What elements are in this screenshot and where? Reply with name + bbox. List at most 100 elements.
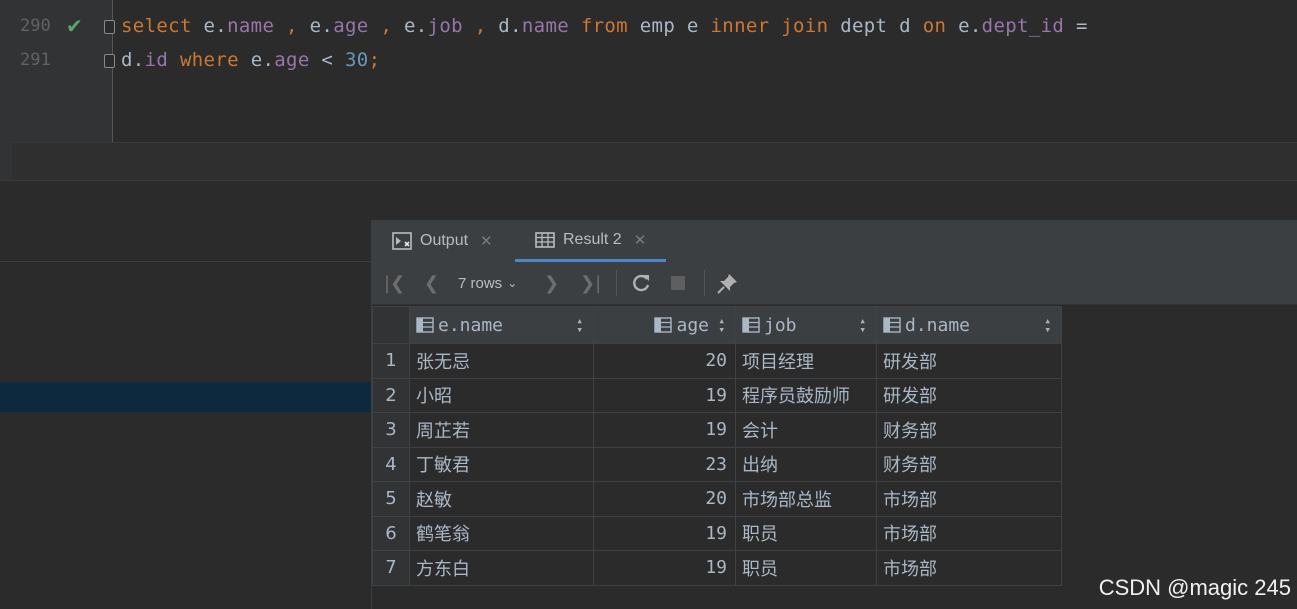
code-token: < xyxy=(309,49,346,71)
row-number[interactable]: 1 xyxy=(372,343,410,379)
row-number[interactable]: 4 xyxy=(372,446,410,482)
cell-d-name[interactable]: 研发部 xyxy=(876,377,1062,413)
code-token: ; xyxy=(368,49,381,71)
field-token: dept_id xyxy=(981,15,1065,37)
cell-d-name[interactable]: 市场部 xyxy=(876,515,1062,551)
table-row[interactable]: 6 鹤笔翁 19 职员 市场部 xyxy=(372,515,1062,551)
number-token: 30 xyxy=(345,49,369,71)
code-token: e. xyxy=(191,15,228,37)
keyword-inner-join: inner join xyxy=(710,15,841,37)
cell-e-name[interactable]: 赵敏 xyxy=(409,481,594,517)
chevron-down-icon: ⌄ xyxy=(507,276,518,290)
column-header-age[interactable]: age ▴ ▾ xyxy=(593,306,736,344)
column-header-job[interactable]: job ▴ ▾ xyxy=(735,306,877,344)
code-line-290[interactable]: select e.name , e.age , e.job , d.name f… xyxy=(121,15,1088,37)
cell-job[interactable]: 市场部总监 xyxy=(735,481,877,517)
refresh-icon[interactable] xyxy=(630,262,652,304)
console-icon xyxy=(392,232,412,250)
cell-job[interactable]: 程序员鼓励师 xyxy=(735,377,877,413)
cell-e-name[interactable]: 丁敏君 xyxy=(409,446,594,482)
row-number[interactable]: 7 xyxy=(372,550,410,586)
keyword-where: where xyxy=(168,49,251,71)
sort-icon[interactable]: ▴ ▾ xyxy=(718,315,725,335)
cell-d-name[interactable]: 市场部 xyxy=(876,481,1062,517)
cell-age[interactable]: 20 xyxy=(593,481,736,517)
fold-end-icon[interactable] xyxy=(104,54,115,68)
code-line-291[interactable]: d.id where e.age < 30; xyxy=(121,49,380,71)
code-token: dept d xyxy=(840,15,923,37)
tree-selected-row[interactable] xyxy=(0,382,371,412)
row-number[interactable]: 2 xyxy=(372,377,410,413)
cell-e-name[interactable]: 鹤笔翁 xyxy=(409,515,594,551)
tree-divider xyxy=(0,261,371,262)
stop-icon[interactable] xyxy=(670,262,686,304)
results-grid[interactable]: e.name ▴ ▾ age ▴ ▾ job ▴ ▾ d.name ▴ ▾ 1 … xyxy=(372,306,1062,586)
table-row[interactable]: 1 张无忌 20 项目经理 研发部 xyxy=(372,343,1062,379)
sql-editor[interactable]: 290 291 ✔ select e.name , e.age , e.job … xyxy=(0,0,1297,181)
cell-e-name[interactable]: 小昭 xyxy=(409,377,594,413)
code-token: emp e xyxy=(639,15,711,37)
last-page-icon[interactable]: ❯| xyxy=(580,262,601,304)
cell-age[interactable]: 20 xyxy=(593,343,736,379)
tab-result-label: Result 2 xyxy=(563,230,622,248)
results-toolbar: |❮ ❮ 7 rows ⌄ ❯ ❯| xyxy=(372,262,1297,305)
column-header-d-name[interactable]: d.name ▴ ▾ xyxy=(876,306,1062,344)
row-number[interactable]: 3 xyxy=(372,412,410,448)
sort-icon[interactable]: ▴ ▾ xyxy=(1044,315,1051,335)
tab-output[interactable]: Output ✕ xyxy=(392,220,493,262)
close-icon[interactable]: ✕ xyxy=(634,231,647,249)
fold-start-icon[interactable] xyxy=(104,20,115,34)
next-page-icon[interactable]: ❯ xyxy=(544,262,559,304)
prev-page-icon[interactable]: ❮ xyxy=(424,262,439,304)
keyword-from: from xyxy=(569,15,640,37)
cell-d-name[interactable]: 市场部 xyxy=(876,550,1062,586)
cell-job[interactable]: 会计 xyxy=(735,412,877,448)
code-token: , xyxy=(462,15,499,37)
table-row[interactable]: 5 赵敏 20 市场部总监 市场部 xyxy=(372,481,1062,517)
table-row[interactable]: 4 丁敏君 23 出纳 财务部 xyxy=(372,446,1062,482)
cell-e-name[interactable]: 方东白 xyxy=(409,550,594,586)
tab-result-2[interactable]: Result 2 ✕ xyxy=(515,220,667,262)
table-row[interactable]: 7 方东白 19 职员 市场部 xyxy=(372,550,1062,586)
sort-icon[interactable]: ▴ ▾ xyxy=(859,315,866,335)
close-icon[interactable]: ✕ xyxy=(480,232,493,250)
cell-e-name[interactable]: 张无忌 xyxy=(409,343,594,379)
cell-age[interactable]: 23 xyxy=(593,446,736,482)
table-icon xyxy=(535,231,555,248)
keyword-select: select xyxy=(121,15,192,37)
cell-d-name[interactable]: 财务部 xyxy=(876,412,1062,448)
field-token: id xyxy=(144,49,169,71)
toolbar-separator xyxy=(704,270,705,296)
row-number-header xyxy=(372,306,410,344)
cell-job[interactable]: 职员 xyxy=(735,515,877,551)
sort-icon[interactable]: ▴ ▾ xyxy=(576,315,583,335)
cell-d-name[interactable]: 研发部 xyxy=(876,343,1062,379)
field-token: age xyxy=(274,49,310,71)
cell-age[interactable]: 19 xyxy=(593,377,736,413)
rows-count-dropdown[interactable]: 7 rows ⌄ xyxy=(458,262,517,304)
services-tree-panel[interactable] xyxy=(0,181,371,609)
first-page-icon[interactable]: |❮ xyxy=(384,262,405,304)
cell-age[interactable]: 19 xyxy=(593,550,736,586)
field-token: name xyxy=(521,15,570,37)
column-header-e-name[interactable]: e.name ▴ ▾ xyxy=(409,306,594,344)
cell-age[interactable]: 19 xyxy=(593,515,736,551)
cell-d-name[interactable]: 财务部 xyxy=(876,446,1062,482)
tab-output-label: Output xyxy=(420,232,469,249)
pin-icon[interactable] xyxy=(717,262,739,304)
cell-job[interactable]: 项目经理 xyxy=(735,343,877,379)
row-number[interactable]: 6 xyxy=(372,515,410,551)
column-label: e.name xyxy=(438,314,504,336)
cell-age[interactable]: 19 xyxy=(593,412,736,448)
code-token: e. xyxy=(958,15,982,37)
row-number[interactable]: 5 xyxy=(372,481,410,517)
cell-job[interactable]: 职员 xyxy=(735,550,877,586)
line-number-291: 291 xyxy=(20,50,51,70)
table-row[interactable]: 2 小昭 19 程序员鼓励师 研发部 xyxy=(372,377,1062,413)
check-icon: ✔ xyxy=(66,14,83,38)
column-label: job xyxy=(764,314,797,336)
rows-count-label: 7 rows xyxy=(458,274,503,292)
cell-job[interactable]: 出纳 xyxy=(735,446,877,482)
table-row[interactable]: 3 周芷若 19 会计 财务部 xyxy=(372,412,1062,448)
cell-e-name[interactable]: 周芷若 xyxy=(409,412,594,448)
